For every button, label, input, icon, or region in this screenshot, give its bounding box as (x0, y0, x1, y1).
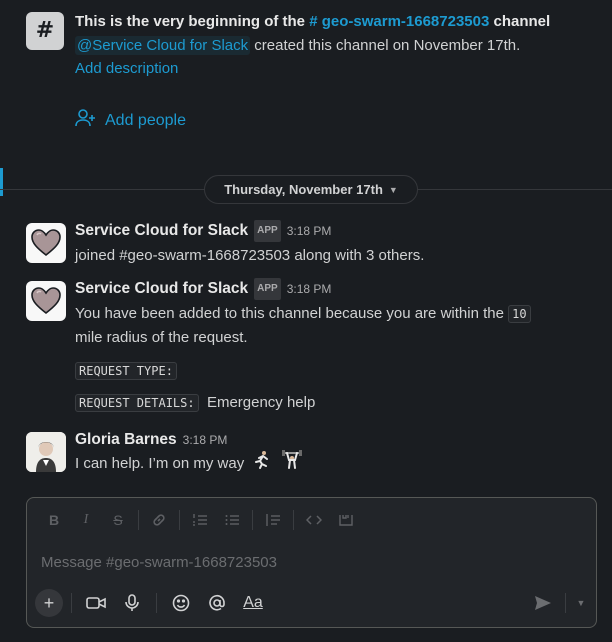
add-person-icon (75, 108, 97, 133)
formatting-toolbar: B I S (27, 498, 596, 542)
code-icon[interactable] (299, 506, 329, 534)
message-timestamp[interactable]: 3:18 PM (287, 221, 332, 241)
formatting-aa-label: Aa (243, 594, 263, 611)
message-text-part: You have been added to this channel beca… (75, 305, 509, 322)
date-divider-button[interactable]: Thursday, November 17th ▼ (204, 175, 418, 204)
app-badge: APP (254, 278, 281, 300)
message-timestamp[interactable]: 3:18 PM (287, 279, 332, 299)
add-people-button[interactable]: Add people (75, 108, 186, 133)
message-item: Service Cloud for Slack APP 3:18 PM join… (26, 220, 602, 265)
bold-icon[interactable]: B (39, 506, 69, 534)
message-text: You have been added to this channel beca… (75, 302, 602, 350)
channel-name-link[interactable]: # geo-swarm-1668723503 (309, 13, 489, 30)
request-type-label: REQUEST TYPE: (75, 362, 177, 380)
message-timestamp[interactable]: 3:18 PM (183, 430, 228, 450)
code-block-icon[interactable] (331, 506, 361, 534)
ordered-list-icon[interactable] (185, 506, 215, 534)
message-composer: B I S Message #geo-swarm-1668723503 + Aa… (26, 497, 597, 628)
date-divider-label: Thursday, November 17th (224, 182, 383, 197)
intro-title-prefix: This is the very beginning of the (75, 13, 310, 30)
composer-actions-bar: + Aa ▼ (35, 587, 590, 619)
add-people-label: Add people (105, 111, 186, 129)
message-text-part: mile radius of the request. (75, 329, 248, 346)
channel-intro-title: This is the very beginning of the # geo-… (75, 12, 612, 32)
italic-icon[interactable]: I (71, 506, 101, 534)
request-details-label: REQUEST DETAILS: (75, 394, 199, 412)
avatar[interactable] (26, 432, 66, 472)
avatar[interactable] (26, 223, 66, 263)
toolbar-divider (156, 593, 157, 613)
microphone-icon[interactable] (116, 589, 148, 617)
send-icon[interactable] (527, 589, 559, 617)
toolbar-divider (71, 593, 72, 613)
message-sender[interactable]: Service Cloud for Slack (75, 221, 248, 241)
message-item: Gloria Barnes 3:18 PM I can help. I’m on… (26, 430, 602, 478)
schedule-send-chevron-icon[interactable]: ▼ (572, 589, 590, 617)
plus-icon[interactable]: + (35, 589, 63, 617)
heart-icon (31, 229, 61, 257)
strikethrough-icon[interactable]: S (103, 506, 133, 534)
message-text-part: I can help. I’m on my way (75, 454, 245, 472)
request-type-field: REQUEST TYPE: (75, 360, 602, 382)
channel-created-line: @Service Cloud for Slack created this ch… (75, 34, 612, 58)
radius-code: 10 (508, 305, 531, 323)
intro-title-suffix: channel (489, 13, 551, 30)
formatting-toggle-button[interactable]: Aa (237, 589, 269, 617)
creator-mention[interactable]: @Service Cloud for Slack (75, 36, 251, 55)
toolbar-divider (138, 510, 139, 530)
message-sender[interactable]: Service Cloud for Slack (75, 279, 248, 299)
message-item: Service Cloud for Slack APP 3:18 PM You … (26, 278, 602, 419)
channel-hash-icon: # (26, 12, 64, 50)
video-icon[interactable] (80, 589, 112, 617)
message-text: joined #geo-swarm-1668723503 along with … (75, 247, 425, 264)
request-details-value: Emergency help (206, 394, 316, 411)
message-text: I can help. I’m on my way (75, 450, 602, 478)
toolbar-divider (293, 510, 294, 530)
link-icon[interactable] (144, 506, 174, 534)
message-input[interactable]: Message #geo-swarm-1668723503 (41, 554, 277, 571)
unread-indicator-bar (0, 168, 3, 196)
message-sender[interactable]: Gloria Barnes (75, 430, 177, 450)
heart-icon (31, 287, 61, 315)
mention-icon[interactable] (201, 589, 233, 617)
person-avatar-icon (26, 432, 66, 472)
request-details-field: REQUEST DETAILS: Emergency help (75, 392, 602, 414)
weightlifter-emoji-icon (281, 450, 303, 478)
avatar[interactable] (26, 281, 66, 321)
emoji-icon[interactable] (165, 589, 197, 617)
toolbar-divider (252, 510, 253, 530)
chevron-down-icon: ▼ (388, 184, 398, 195)
blockquote-icon[interactable] (258, 506, 288, 534)
toolbar-divider (179, 510, 180, 530)
app-badge: APP (254, 220, 281, 242)
add-description-link[interactable]: Add description (75, 58, 612, 80)
created-text: created this channel on November 17th. (250, 37, 521, 54)
bulleted-list-icon[interactable] (217, 506, 247, 534)
runner-emoji-icon (252, 450, 272, 478)
toolbar-divider (565, 593, 566, 613)
